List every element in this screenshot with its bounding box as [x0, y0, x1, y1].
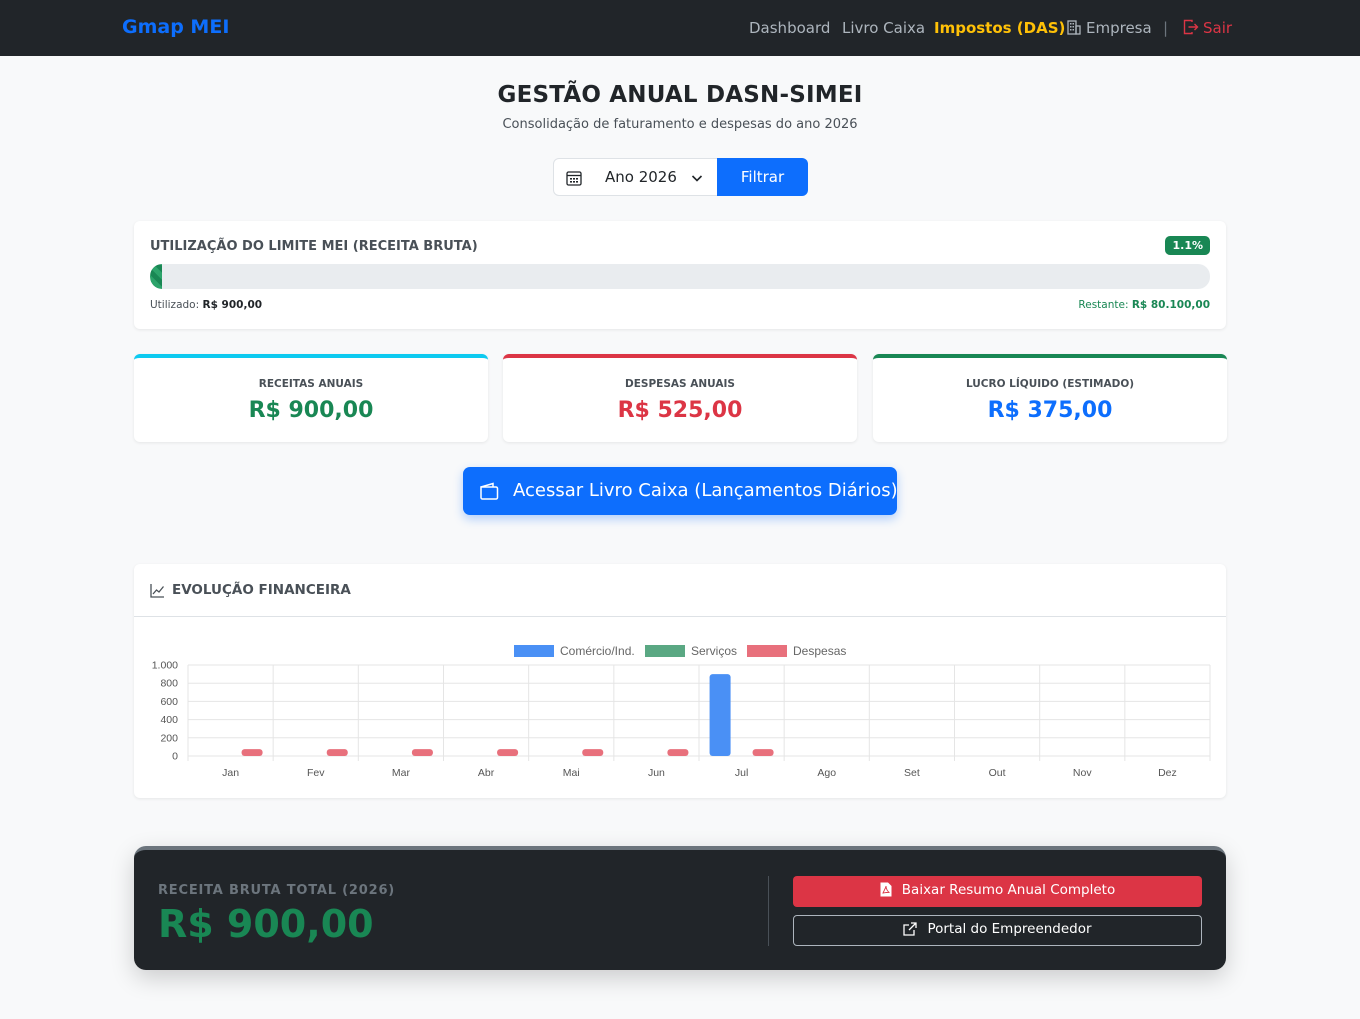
- legend-swatch: [645, 645, 685, 657]
- x-tick-label: Fev: [307, 767, 325, 779]
- lucro-value: R$ 375,00: [987, 398, 1113, 423]
- limit-remaining-label: Restante:: [1078, 299, 1129, 311]
- x-tick-label: Nov: [1073, 767, 1092, 779]
- despesas-card: DESPESAS ANUAIS R$ 525,00: [503, 354, 857, 442]
- nav-logout-label: Sair: [1203, 19, 1233, 37]
- legend-swatch: [514, 645, 554, 657]
- wallet-icon: [480, 482, 499, 500]
- download-summary-label: Baixar Resumo Anual Completo: [901, 881, 1116, 898]
- nav-livro-caixa[interactable]: Livro Caixa: [842, 19, 925, 37]
- y-tick-label: 0: [172, 751, 178, 763]
- building-icon: [1067, 20, 1081, 35]
- y-tick-label: 600: [160, 696, 178, 708]
- nav-dashboard[interactable]: Dashboard: [749, 19, 830, 37]
- bar-despesas-fev: [326, 749, 348, 756]
- chart-title: EVOLUÇÃO FINANCEIRA: [172, 582, 351, 598]
- page-subtitle: Consolidação de faturamento e despesas d…: [502, 117, 858, 132]
- year-select[interactable]: Ano 2026: [553, 158, 718, 196]
- x-tick-label: Jun: [648, 767, 665, 779]
- download-summary-button[interactable]: Baixar Resumo Anual Completo: [793, 876, 1202, 907]
- receitas-label: RECEITAS ANUAIS: [258, 378, 364, 390]
- receitas-value: R$ 900,00: [248, 398, 374, 423]
- summary-value: R$ 900,00: [158, 902, 374, 946]
- lucro-card: LUCRO LÍQUIDO (ESTIMADO) R$ 375,00: [873, 354, 1227, 442]
- limit-progress-fill: [150, 264, 162, 289]
- limit-title: UTILIZAÇÃO DO LIMITE MEI (RECEITA BRUTA): [150, 239, 478, 254]
- limit-used-label: Utilizado:: [150, 299, 200, 311]
- legend-label: Serviços: [691, 644, 737, 658]
- limit-used-value: R$ 900,00: [202, 299, 263, 311]
- bar-despesas-jan: [241, 749, 263, 756]
- graph-up-icon: [150, 584, 165, 598]
- portal-button-label: Portal do Empreendedor: [927, 921, 1092, 937]
- mei-limit-card: UTILIZAÇÃO DO LIMITE MEI (RECEITA BRUTA)…: [134, 221, 1226, 329]
- legend-swatch: [747, 645, 787, 657]
- x-tick-label: Set: [904, 767, 920, 779]
- logout-icon: [1183, 19, 1199, 35]
- nav-empresa-label: Empresa: [1086, 19, 1152, 37]
- legend-label: Despesas: [793, 644, 846, 658]
- nav-separator: |: [1163, 19, 1169, 37]
- pdf-file-icon: [880, 882, 892, 897]
- x-tick-label: Out: [989, 767, 1006, 779]
- portal-button[interactable]: Portal do Empreendedor: [793, 915, 1202, 946]
- top-navbar: Gmap MEI Dashboard Livro Caixa Impostos …: [0, 0, 1360, 56]
- nav-impostos[interactable]: Impostos (DAS): [934, 19, 1065, 37]
- limit-used: Utilizado: R$ 900,00: [150, 299, 262, 311]
- financial-chart: Comércio/Ind. Serviços Despesas 0 200 400 600 8…: [152, 644, 1211, 779]
- limit-percent-badge: 1.1%: [1165, 236, 1210, 255]
- y-tick-label: 200: [160, 732, 178, 744]
- x-tick-label: Mai: [563, 767, 580, 779]
- lucro-label: LUCRO LÍQUIDO (ESTIMADO): [965, 378, 1135, 390]
- year-select-value: Ano 2026: [605, 168, 677, 186]
- limit-remaining: Restante: R$ 80.100,00: [1078, 299, 1210, 311]
- bar-despesas-jul: [752, 749, 774, 756]
- nav-empresa[interactable]: Empresa: [1066, 19, 1152, 37]
- despesas-value: R$ 525,00: [617, 398, 743, 423]
- page-title: GESTÃO ANUAL DASN-SIMEI: [497, 82, 863, 108]
- bar-despesas-jun: [667, 749, 689, 756]
- summary-divider: [768, 876, 769, 946]
- bar-despesas-mai: [582, 749, 604, 756]
- y-tick-label: 800: [160, 678, 178, 690]
- y-tick-label: 400: [160, 714, 178, 726]
- nav-logout[interactable]: Sair: [1183, 19, 1232, 37]
- bar-despesas-mar: [411, 749, 433, 756]
- chevron-down-icon: [691, 175, 703, 182]
- x-tick-label: Jul: [735, 767, 748, 779]
- bar-despesas-abr: [497, 749, 519, 756]
- filter-button[interactable]: Filtrar: [717, 158, 808, 196]
- bar-comrcioind-jul: [709, 674, 731, 756]
- external-link-icon: [903, 922, 918, 936]
- receitas-card: RECEITAS ANUAIS R$ 900,00: [134, 354, 488, 442]
- brand-logo[interactable]: Gmap MEI: [122, 16, 229, 38]
- x-tick-label: Dez: [1158, 767, 1177, 779]
- calendar-icon: [566, 171, 582, 186]
- despesas-label: DESPESAS ANUAIS: [625, 378, 735, 390]
- summary-label: RECEITA BRUTA TOTAL (2026): [158, 883, 396, 898]
- summary-panel: RECEITA BRUTA TOTAL (2026) R$ 900,00 Bai…: [134, 846, 1226, 970]
- cash-book-button[interactable]: Acessar Livro Caixa (Lançamentos Diários…: [463, 467, 898, 515]
- legend-label: Comércio/Ind.: [560, 644, 635, 658]
- limit-remaining-value: R$ 80.100,00: [1131, 299, 1210, 311]
- y-tick-label: 1.000: [152, 660, 178, 672]
- chart-card: EVOLUÇÃO FINANCEIRA Comércio/Ind. Serviço…: [134, 564, 1226, 798]
- limit-progress-bar: [150, 264, 1210, 289]
- cash-book-button-label: Acessar Livro Caixa (Lançamentos Diários…: [513, 480, 898, 501]
- x-tick-label: Jan: [222, 767, 239, 779]
- x-tick-label: Mar: [392, 767, 411, 779]
- x-tick-label: Ago: [817, 767, 836, 779]
- x-tick-label: Abr: [478, 767, 495, 779]
- chart-header: EVOLUÇÃO FINANCEIRA: [134, 564, 1226, 617]
